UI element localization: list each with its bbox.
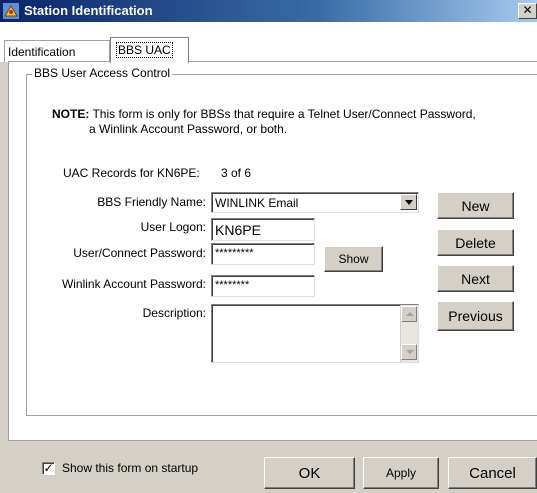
scroll-up-arrow-icon <box>406 312 414 316</box>
new-button[interactable]: New <box>437 192 514 219</box>
window-title: Station Identification <box>24 3 153 18</box>
friendly-name-label: BBS Friendly Name: <box>97 195 206 209</box>
winlink-password-input[interactable]: ******** <box>211 275 315 297</box>
tab-identification[interactable]: Identification <box>4 40 110 62</box>
groupbox-legend: BBS User Access Control <box>32 66 173 80</box>
uac-records-value: 3 of 6 <box>221 166 252 180</box>
station-identification-dialog: Station Identification ✕ Identification … <box>0 0 537 493</box>
user-logon-value: KN6PE <box>215 222 261 238</box>
scroll-down-button[interactable] <box>401 344 417 360</box>
tab-identification-label: Identification <box>8 45 76 59</box>
scroll-down-arrow-icon <box>406 350 414 354</box>
tab-strip: Identification BBS UAC <box>0 22 537 63</box>
apply-button[interactable]: Apply <box>363 457 439 489</box>
chevron-down-icon <box>405 200 413 205</box>
title-bar[interactable]: Station Identification ✕ <box>0 0 537 22</box>
ok-button[interactable]: OK <box>264 457 355 489</box>
friendly-name-combobox[interactable]: WINLINK Email <box>211 192 419 213</box>
previous-button[interactable]: Previous <box>437 301 514 331</box>
tab-bbs-uac-label: BBS UAC <box>116 42 173 58</box>
connect-password-input[interactable]: ********* <box>211 243 315 265</box>
close-icon[interactable]: ✕ <box>518 3 537 19</box>
note-line-2: a Winlink Account Password, or both. <box>89 122 288 136</box>
note-line-1: This form is only for BBSs that require … <box>92 107 476 121</box>
cancel-button[interactable]: Cancel <box>448 457 537 489</box>
tab-bbs-uac[interactable]: BBS UAC <box>110 37 189 63</box>
connect-password-value: ********* <box>215 247 254 259</box>
delete-button[interactable]: Delete <box>437 229 514 256</box>
note-prefix: NOTE: <box>52 107 90 121</box>
scroll-up-button[interactable] <box>401 306 417 322</box>
description-scrollbar[interactable] <box>400 305 418 362</box>
show-password-button[interactable]: Show <box>324 246 383 272</box>
winlink-password-value: ******** <box>215 279 250 291</box>
show-on-startup-checkbox[interactable]: ✓ <box>42 462 55 475</box>
description-textarea[interactable] <box>211 304 419 363</box>
next-button[interactable]: Next <box>437 265 514 292</box>
friendly-name-value: WINLINK Email <box>215 196 299 210</box>
show-on-startup-label: Show this form on startup <box>62 461 199 475</box>
connect-password-label: User/Connect Password: <box>73 246 206 260</box>
combobox-dropdown-button[interactable] <box>400 194 417 210</box>
note-text: NOTE: This form is only for BBSs that re… <box>52 107 522 137</box>
winlink-password-label: Winlink Account Password: <box>61 277 206 291</box>
uac-records-label: UAC Records for KN6PE: <box>63 166 200 180</box>
app-icon <box>3 3 19 19</box>
description-label: Description: <box>142 306 206 320</box>
user-logon-label: User Logon: <box>140 220 206 234</box>
user-logon-input[interactable]: KN6PE <box>211 218 315 241</box>
